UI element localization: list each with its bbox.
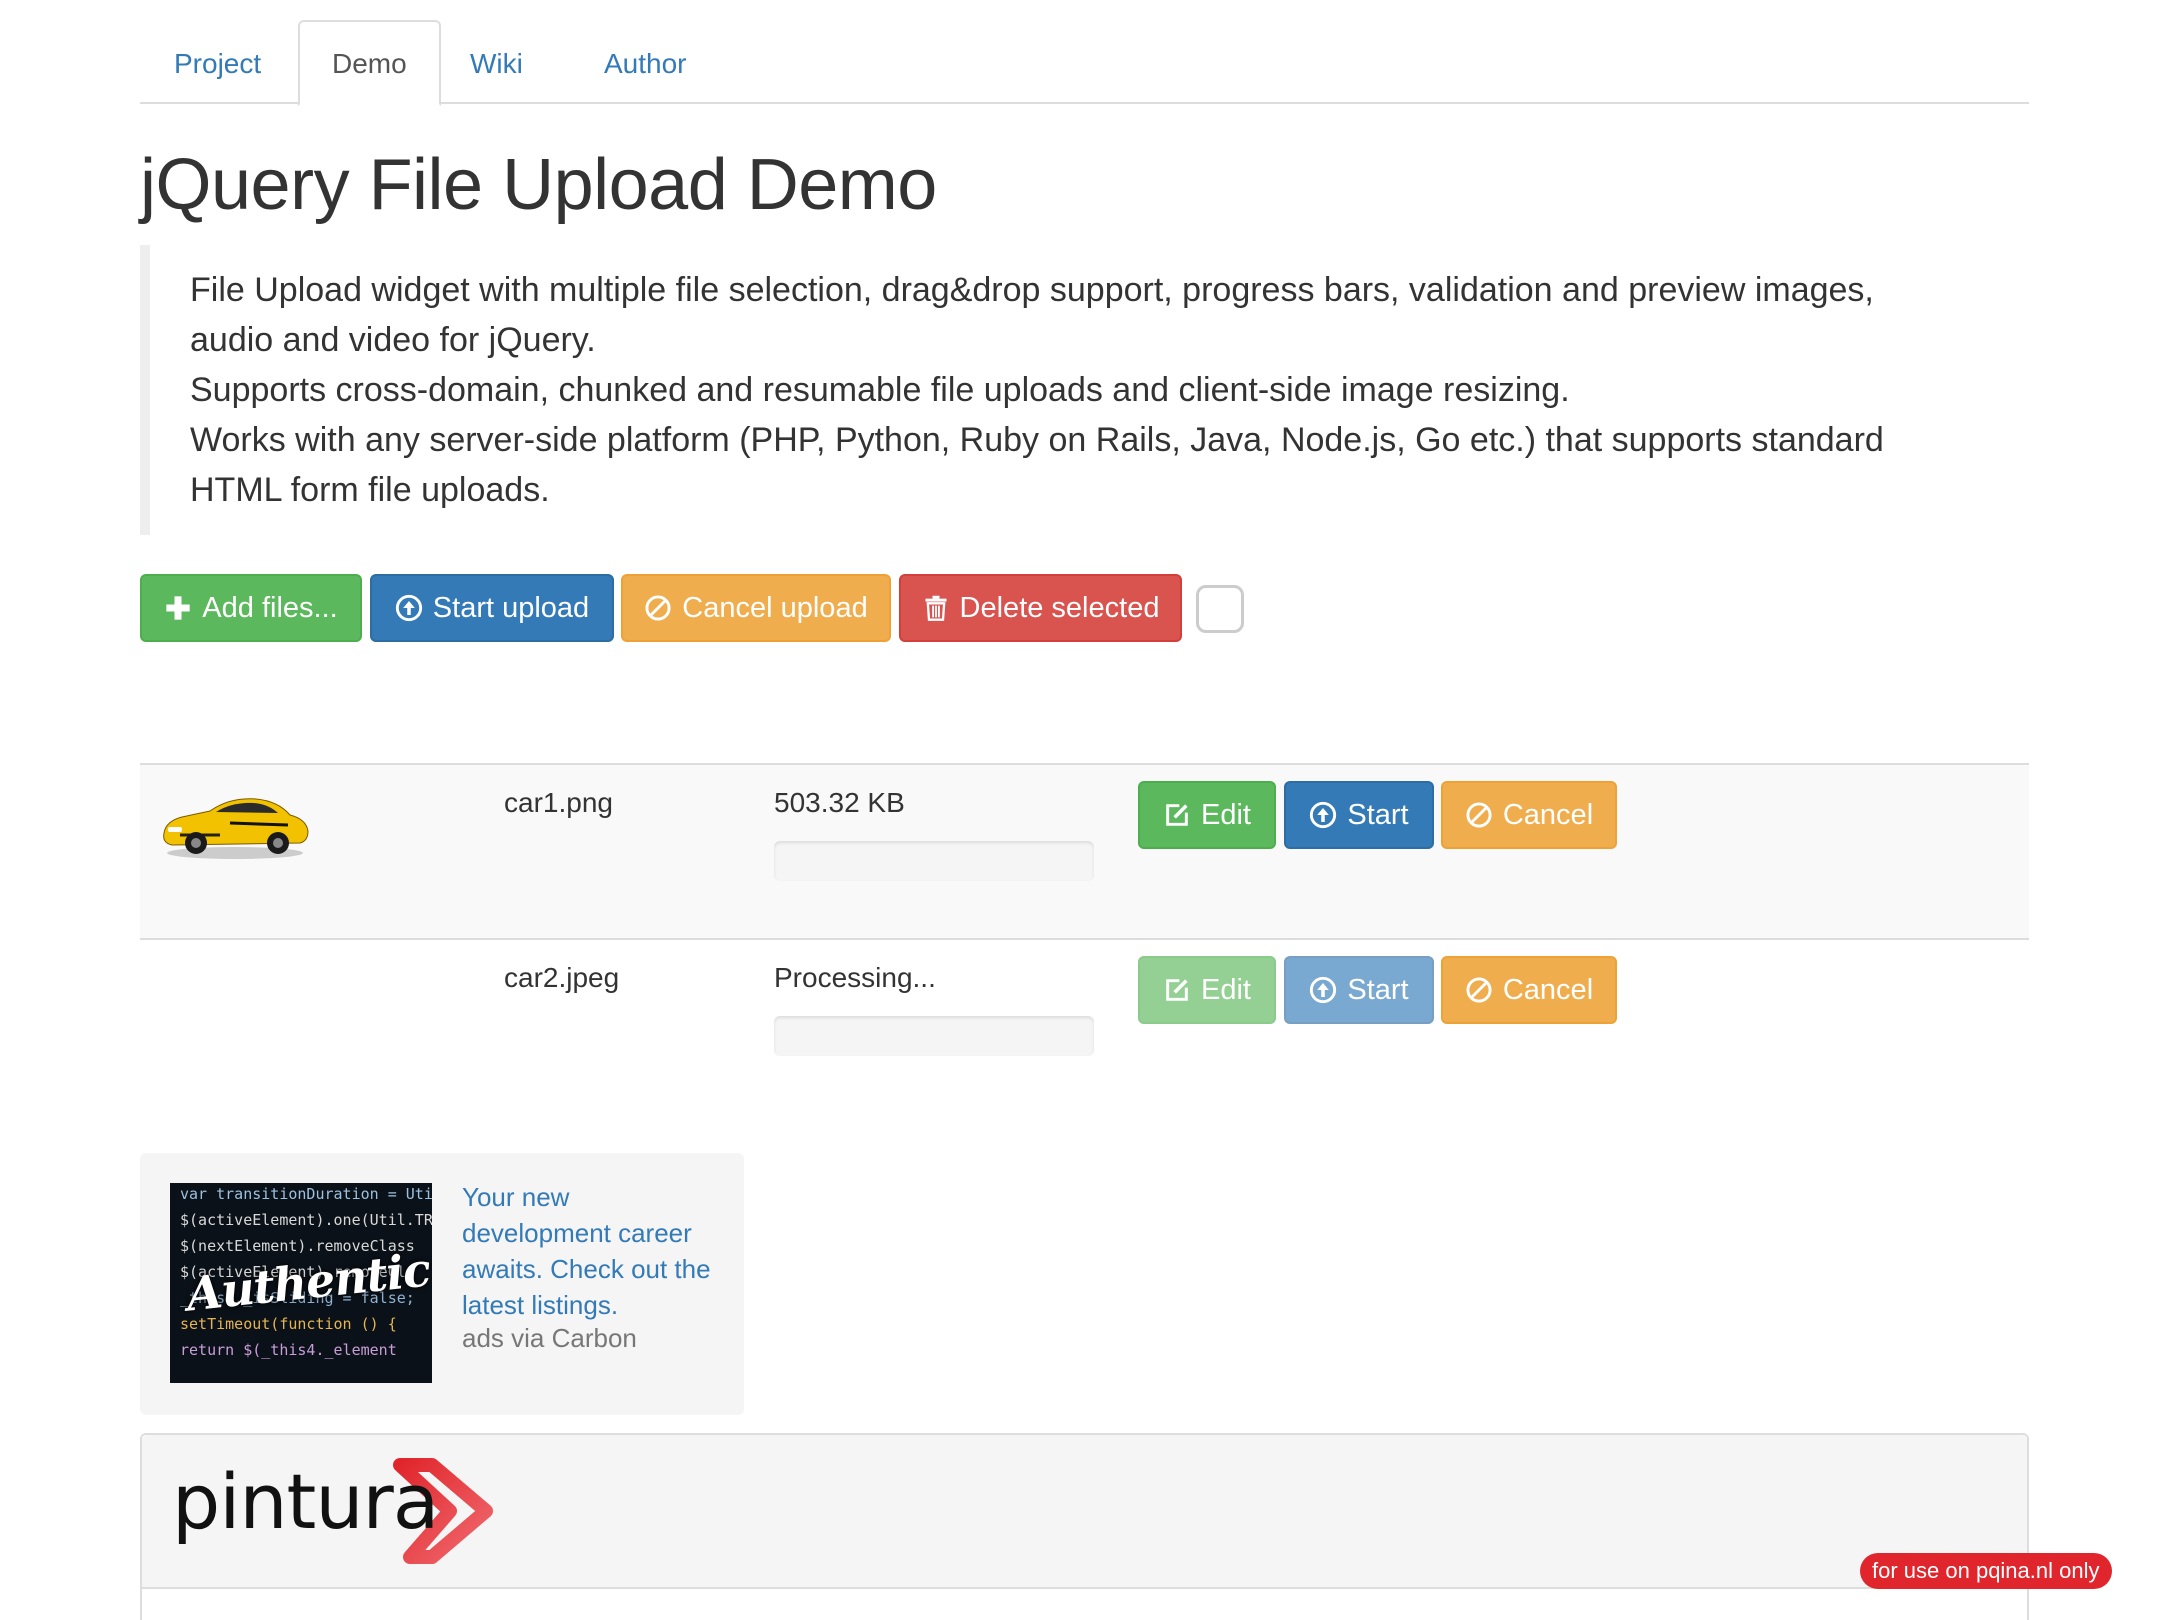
edit-icon — [1166, 979, 1188, 1001]
start-label: Start — [1347, 798, 1409, 831]
start-button[interactable]: Start — [1284, 781, 1434, 849]
tab-wiki[interactable]: Wiki — [436, 20, 557, 104]
pintura-panel: pintura — [140, 1433, 2029, 1620]
ad-image[interactable]: var transitionDuration = Util $(activeEl… — [170, 1183, 432, 1383]
file-thumbnail[interactable] — [160, 785, 310, 865]
yellow-car-icon — [163, 798, 309, 859]
upload-circle-icon — [1310, 801, 1337, 829]
cancel-upload-button[interactable]: Cancel upload — [621, 574, 891, 642]
description-line-3: Works with any server-side platform (PHP… — [190, 421, 1884, 509]
description-line-2: Supports cross-domain, chunked and resum… — [190, 371, 1570, 409]
add-files-button[interactable]: Add files... — [140, 574, 362, 642]
upload-circle-icon — [395, 594, 422, 622]
upload-circle-icon — [1310, 976, 1337, 1004]
tab-project-label: Project — [174, 48, 262, 79]
carbon-ad: var transitionDuration = Util $(activeEl… — [140, 1153, 744, 1415]
license-watermark: for use on pqina.nl only — [1860, 1553, 2112, 1589]
plus-icon — [166, 596, 190, 620]
ban-icon — [645, 595, 671, 621]
ad-link[interactable]: Your new development career awaits. Chec… — [462, 1179, 712, 1323]
description-blockquote: File Upload widget with multiple file se… — [140, 245, 1900, 535]
file-size: 503.32 KB — [774, 787, 905, 818]
tab-project[interactable]: Project — [140, 20, 295, 104]
start-upload-label: Start upload — [432, 591, 590, 624]
start-label: Start — [1347, 973, 1409, 1006]
ad-via-link[interactable]: ads via Carbon — [462, 1323, 637, 1354]
ban-icon — [1466, 977, 1492, 1003]
table-row: car1.png 503.32 KB Edit Start Cancel — [140, 763, 2029, 938]
cancel-button[interactable]: Cancel — [1441, 781, 1617, 849]
start-button[interactable]: Start — [1284, 956, 1434, 1024]
delete-selected-label: Delete selected — [959, 591, 1160, 624]
cancel-label: Cancel — [1502, 973, 1594, 1006]
edit-label: Edit — [1201, 973, 1251, 1006]
upload-progress-bar — [774, 1016, 1094, 1056]
delete-selected-button[interactable]: Delete selected — [899, 574, 1182, 642]
edit-button[interactable]: Edit — [1138, 956, 1276, 1024]
edit-button[interactable]: Edit — [1138, 781, 1276, 849]
cancel-label: Cancel — [1502, 798, 1594, 831]
pintura-logo-text: pintura — [172, 1457, 439, 1546]
tab-author-label: Author — [604, 48, 687, 79]
select-all-checkbox[interactable] — [1196, 585, 1244, 633]
upload-progress-bar — [774, 841, 1094, 881]
tab-author[interactable]: Author — [570, 20, 721, 104]
add-files-label: Add files... — [202, 591, 338, 624]
description-line-1: File Upload widget with multiple file se… — [190, 271, 1874, 359]
file-name: car1.png — [504, 787, 613, 818]
table-row: car2.jpeg Processing... Edit Start Cance… — [140, 938, 2029, 1113]
file-name: car2.jpeg — [504, 962, 620, 993]
tab-demo[interactable]: Demo — [298, 20, 441, 106]
ad-code-line: var transitionDuration = Util — [180, 1185, 432, 1203]
ad-code-line: return $(_this4._element — [180, 1341, 397, 1359]
tab-wiki-label: Wiki — [470, 48, 523, 79]
trash-icon — [925, 595, 947, 621]
ad-code-line: $(activeElement).one(Util.TR — [180, 1211, 432, 1229]
nav-tabs: Project Demo Wiki Author — [140, 20, 2029, 106]
page-title: jQuery File Upload Demo — [140, 145, 937, 225]
edit-icon — [1166, 804, 1188, 826]
pintura-panel-heading: pintura — [142, 1435, 2027, 1589]
cancel-button[interactable]: Cancel — [1441, 956, 1617, 1024]
cancel-upload-label: Cancel upload — [682, 591, 868, 624]
start-upload-button[interactable]: Start upload — [370, 574, 614, 642]
files-table: car1.png 503.32 KB Edit Start Cancel car… — [140, 763, 2029, 1113]
ban-icon — [1466, 802, 1492, 828]
edit-label: Edit — [1201, 798, 1251, 831]
tab-demo-label: Demo — [332, 48, 407, 79]
file-status: Processing... — [774, 962, 936, 993]
